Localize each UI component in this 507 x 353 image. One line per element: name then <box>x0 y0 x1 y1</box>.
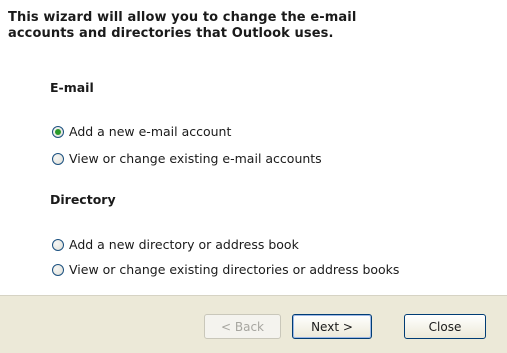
add-email-account-label: Add a new e-mail account <box>69 124 232 139</box>
wizard-intro-text: This wizard will allow you to change the… <box>8 10 428 42</box>
intro-line-2: accounts and directories that Outlook us… <box>8 26 334 41</box>
add-directory-radio[interactable] <box>52 238 64 251</box>
view-directories-option[interactable]: View or change existing directories or a… <box>52 262 399 277</box>
next-button[interactable]: Next > <box>292 314 372 339</box>
wizard-button-bar: < Back Next > Close <box>0 295 507 353</box>
intro-line-1: This wizard will allow you to change the… <box>8 10 357 25</box>
view-email-accounts-label: View or change existing e-mail accounts <box>69 151 322 166</box>
add-directory-option[interactable]: Add a new directory or address book <box>52 237 299 252</box>
add-email-account-radio[interactable] <box>52 125 64 138</box>
add-email-account-option[interactable]: Add a new e-mail account <box>52 124 231 139</box>
view-email-accounts-radio[interactable] <box>52 152 64 165</box>
close-button[interactable]: Close <box>404 314 486 339</box>
back-button[interactable]: < Back <box>204 314 281 339</box>
view-directories-radio[interactable] <box>52 263 64 276</box>
email-section-title: E-mail <box>50 80 94 95</box>
view-directories-label: View or change existing directories or a… <box>69 262 400 277</box>
add-directory-label: Add a new directory or address book <box>69 237 299 252</box>
view-email-accounts-option[interactable]: View or change existing e-mail accounts <box>52 151 322 166</box>
directory-section-title: Directory <box>50 192 116 207</box>
